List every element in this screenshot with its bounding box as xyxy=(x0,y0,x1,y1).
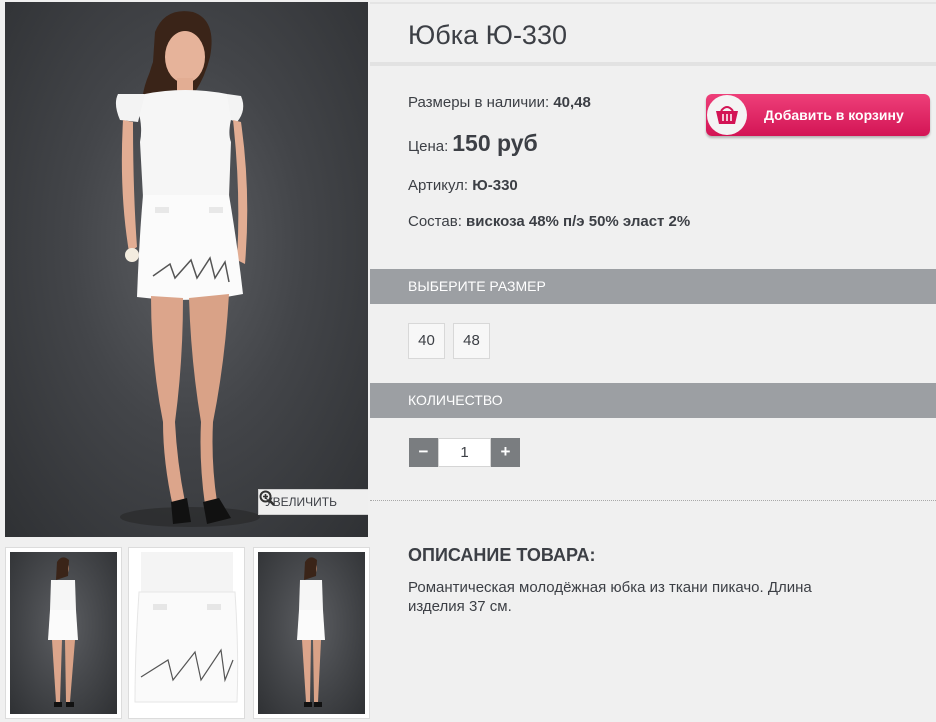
thumbnail-1[interactable] xyxy=(5,547,122,719)
add-to-cart-button[interactable]: Добавить в корзину xyxy=(706,94,930,136)
model-figure xyxy=(115,11,260,527)
thumbnail-strip xyxy=(5,547,370,719)
description-text: Романтическая молодёжная юбка из ткани п… xyxy=(408,579,812,615)
product-title: Юбка Ю-330 xyxy=(408,20,567,50)
thumbnail-image xyxy=(297,557,325,707)
product-main-photo[interactable]: УВЕЛИЧИТЬ xyxy=(5,2,368,537)
zoom-label: УВЕЛИЧИТЬ xyxy=(265,495,337,509)
composition: Состав: вискоза 48% п/э 50% эласт 2% xyxy=(408,212,708,231)
quantity-input[interactable] xyxy=(438,438,491,467)
thumbnail-image xyxy=(48,557,78,707)
divider xyxy=(370,500,936,501)
quantity-increase-button[interactable]: + xyxy=(491,438,520,467)
description-heading: ОПИСАНИЕ ТОВАРА: xyxy=(408,545,596,565)
available-sizes: Размеры в наличии: 40,48 xyxy=(408,94,591,111)
thumbnail-image xyxy=(134,552,239,703)
composition-label: Состав: xyxy=(408,213,462,230)
composition-value: вискоза 48% п/э 50% эласт 2% xyxy=(466,213,691,230)
size-section-heading: ВЫБЕРИТЕ РАЗМЕР xyxy=(370,269,936,304)
article-label: Артикул: xyxy=(408,177,469,194)
magnifier-plus-icon xyxy=(259,490,275,506)
thumbnail-2[interactable] xyxy=(128,547,245,719)
price: Цена: 150 руб xyxy=(408,130,538,157)
size-option-40[interactable]: 40 xyxy=(408,323,445,359)
quantity-decrease-button[interactable]: − xyxy=(409,438,438,467)
price-value: 150 руб xyxy=(452,130,538,156)
quantity-section-heading: КОЛИЧЕСТВО xyxy=(370,383,936,418)
add-to-cart-label: Добавить в корзину xyxy=(764,107,904,123)
available-sizes-label: Размеры в наличии: xyxy=(408,94,550,111)
zoom-button[interactable]: УВЕЛИЧИТЬ xyxy=(258,489,368,515)
available-sizes-value: 40,48 xyxy=(553,94,591,111)
basket-icon xyxy=(707,95,747,135)
article: Артикул: Ю-330 xyxy=(408,177,518,194)
thumbnail-3[interactable] xyxy=(253,547,370,719)
title-bar: Юбка Ю-330 xyxy=(370,4,936,66)
size-option-48[interactable]: 48 xyxy=(453,323,490,359)
price-label: Цена: xyxy=(408,138,449,155)
article-value: Ю-330 xyxy=(472,177,518,194)
